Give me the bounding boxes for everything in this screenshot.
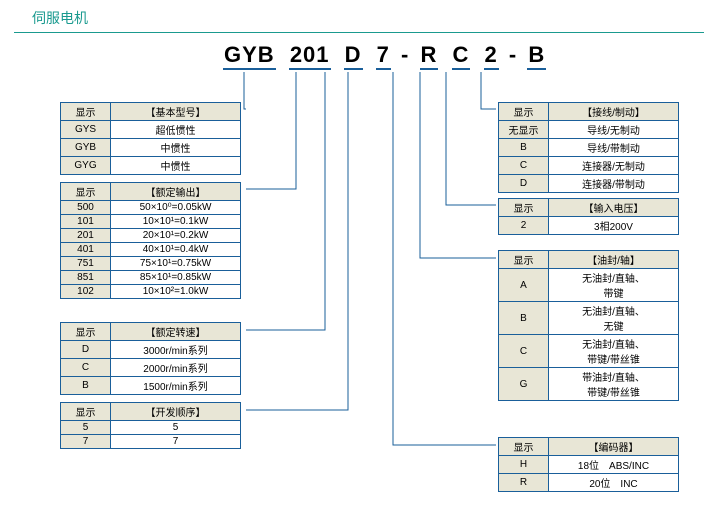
table-row: H18位 ABS/INC bbox=[499, 456, 679, 474]
table-input-voltage: 显示【输入电压】 23相200V bbox=[498, 198, 679, 235]
table-row: GYG中惯性 bbox=[61, 157, 241, 175]
seg-dev: 7 bbox=[376, 42, 391, 70]
table-row: 55 bbox=[61, 421, 241, 435]
table-dev-order: 显示【开发顺序】 55 77 bbox=[60, 402, 241, 449]
table-row: 10110×10¹=0.1kW bbox=[61, 215, 241, 229]
table-row: 50050×10⁰=0.05kW bbox=[61, 201, 241, 215]
seg-output: 201 bbox=[289, 42, 331, 70]
table-oil-seal-shaft: 显示【油封/轴】 A无油封/直轴、 带键 B无油封/直轴、 无键 C无油封/直轴… bbox=[498, 250, 679, 401]
col-display: 显示 bbox=[499, 438, 549, 456]
col-display: 显示 bbox=[61, 403, 111, 421]
table-row: B导线/带制动 bbox=[499, 139, 679, 157]
table-row: GYS超低惯性 bbox=[61, 121, 241, 139]
col-encoder: 【编码器】 bbox=[549, 438, 679, 456]
seg-basic: GYB bbox=[223, 42, 276, 70]
table-row: 75175×10¹=0.75kW bbox=[61, 257, 241, 271]
page-title: 伺服电机 bbox=[14, 0, 704, 33]
col-display: 显示 bbox=[61, 183, 111, 201]
table-row: G带油封/直轴、 带键/带丝锥 bbox=[499, 368, 679, 401]
col-display: 显示 bbox=[499, 103, 549, 121]
table-row: B1500r/min系列 bbox=[61, 377, 241, 395]
table-rated-output: 显示【额定输出】 50050×10⁰=0.05kW 10110×10¹=0.1k… bbox=[60, 182, 241, 299]
col-oil-seal-shaft: 【油封/轴】 bbox=[549, 251, 679, 269]
table-row: 20120×10¹=0.2kW bbox=[61, 229, 241, 243]
table-row: 10210×10²=1.0kW bbox=[61, 285, 241, 299]
table-row: C无油封/直轴、 带键/带丝锥 bbox=[499, 335, 679, 368]
table-row: D3000r/min系列 bbox=[61, 341, 241, 359]
col-display: 显示 bbox=[61, 323, 111, 341]
table-row: B无油封/直轴、 无键 bbox=[499, 302, 679, 335]
col-rated-output: 【额定输出】 bbox=[111, 183, 241, 201]
col-basic-model: 【基本型号】 bbox=[111, 103, 241, 121]
table-row: 23相200V bbox=[499, 217, 679, 235]
col-input-voltage: 【输入电压】 bbox=[549, 199, 679, 217]
table-encoder: 显示【编码器】 H18位 ABS/INC R20位 INC bbox=[498, 437, 679, 492]
col-display: 显示 bbox=[61, 103, 111, 121]
seg-seal: C bbox=[452, 42, 471, 70]
table-row: GYB中惯性 bbox=[61, 139, 241, 157]
col-wiring-brake: 【接线/制动】 bbox=[549, 103, 679, 121]
col-rated-speed: 【额定转速】 bbox=[111, 323, 241, 341]
dash: - bbox=[401, 42, 409, 68]
table-row: 77 bbox=[61, 435, 241, 449]
seg-voltage: 2 bbox=[484, 42, 499, 70]
col-dev-order: 【开发顺序】 bbox=[111, 403, 241, 421]
table-row: R20位 INC bbox=[499, 474, 679, 492]
model-number: GYB 201 D 7 - R C 2 - B bbox=[220, 42, 549, 70]
dash: - bbox=[509, 42, 517, 68]
table-row: A无油封/直轴、 带键 bbox=[499, 269, 679, 302]
table-row: D连接器/带制动 bbox=[499, 175, 679, 193]
table-row: 85185×10¹=0.85kW bbox=[61, 271, 241, 285]
table-row: C2000r/min系列 bbox=[61, 359, 241, 377]
seg-wiring: B bbox=[527, 42, 546, 70]
seg-encoder: R bbox=[420, 42, 439, 70]
col-display: 显示 bbox=[499, 199, 549, 217]
seg-speed: D bbox=[344, 42, 363, 70]
table-row: 40140×10¹=0.4kW bbox=[61, 243, 241, 257]
table-row: 无显示导线/无制动 bbox=[499, 121, 679, 139]
table-row: C连接器/无制动 bbox=[499, 157, 679, 175]
table-basic-model: 显示【基本型号】 GYS超低惯性 GYB中惯性 GYG中惯性 bbox=[60, 102, 241, 175]
table-wiring-brake: 显示【接线/制动】 无显示导线/无制动 B导线/带制动 C连接器/无制动 D连接… bbox=[498, 102, 679, 193]
table-rated-speed: 显示【额定转速】 D3000r/min系列 C2000r/min系列 B1500… bbox=[60, 322, 241, 395]
col-display: 显示 bbox=[499, 251, 549, 269]
